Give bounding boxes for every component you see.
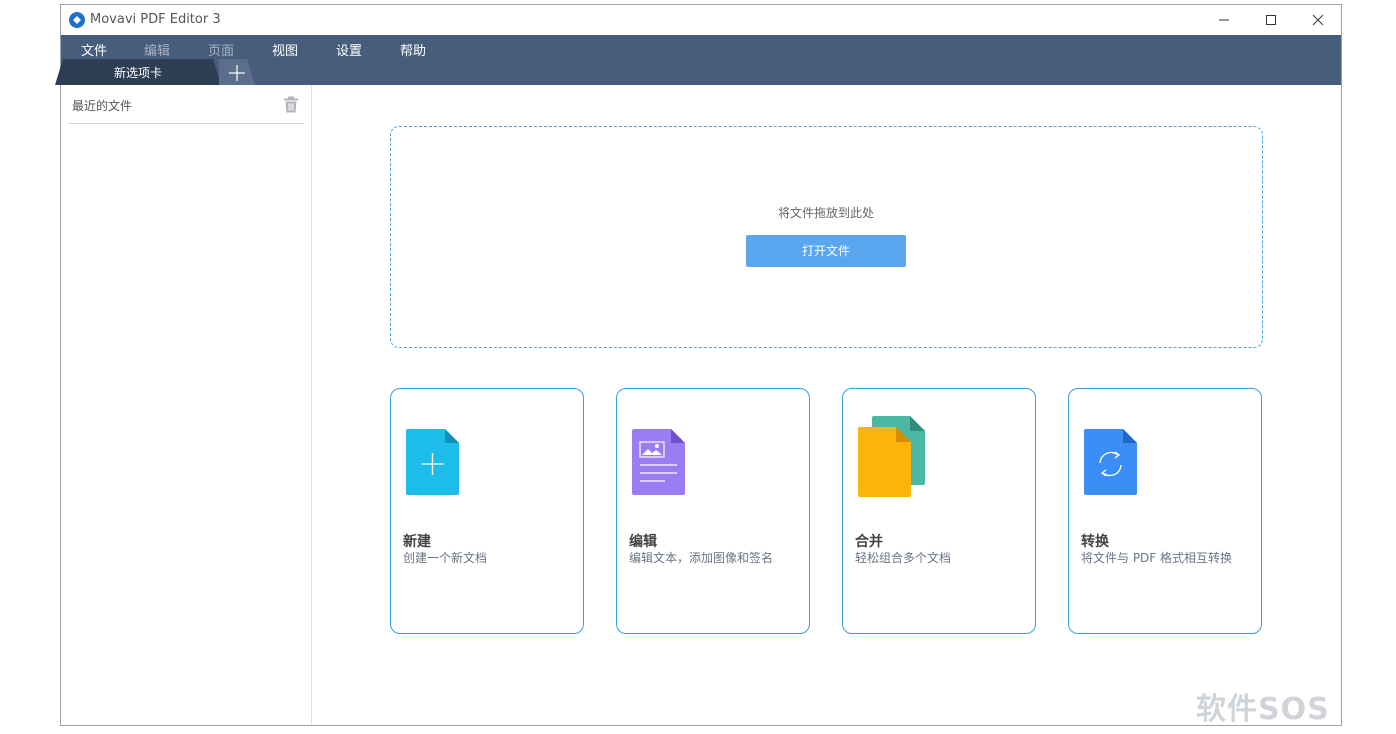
menu-view[interactable]: 视图 <box>272 40 298 59</box>
card-title: 合并 <box>855 534 883 550</box>
minimize-button[interactable] <box>1201 5 1247 35</box>
maximize-icon <box>1266 15 1276 25</box>
menu-help[interactable]: 帮助 <box>400 40 426 59</box>
close-icon <box>1312 14 1324 26</box>
convert-document-card[interactable]: 转换 将文件与 PDF 格式相互转换 <box>1068 388 1262 634</box>
card-title: 转换 <box>1081 534 1109 550</box>
movavi-logo-icon <box>69 12 85 28</box>
divider <box>68 123 304 124</box>
card-title: 新建 <box>403 534 431 550</box>
menu-file[interactable]: 文件 <box>81 40 107 59</box>
close-button[interactable] <box>1295 5 1341 35</box>
file-drop-zone[interactable]: 将文件拖放到此处 打开文件 <box>390 126 1263 348</box>
watermark-text: 软件SOS <box>1196 692 1330 727</box>
menu-settings[interactable]: 设置 <box>336 40 362 59</box>
tab-label: 新选项卡 <box>113 66 162 80</box>
minimize-icon <box>1219 19 1229 21</box>
app-window: Movavi PDF Editor 3 文件 编辑 页面 视图 设置 帮助 新选… <box>55 4 1342 726</box>
window-title: Movavi PDF Editor 3 <box>90 12 221 27</box>
edit-document-icon <box>632 429 685 495</box>
convert-document-icon <box>1084 429 1137 495</box>
title-bar: Movavi PDF Editor 3 <box>61 5 1341 35</box>
menu-page[interactable]: 页面 <box>208 40 234 59</box>
recent-files-sidebar: 最近的文件 <box>61 85 312 725</box>
new-document-icon <box>406 429 459 495</box>
card-description: 创建一个新文档 <box>403 551 488 565</box>
menu-bar: 文件 编辑 页面 视图 设置 帮助 新选项卡 <box>55 35 1341 85</box>
card-description: 轻松组合多个文档 <box>855 551 952 565</box>
plus-icon <box>229 65 245 81</box>
open-file-button[interactable]: 打开文件 <box>746 235 906 267</box>
drop-hint: 将文件拖放到此处 <box>777 206 874 220</box>
add-tab-button[interactable] <box>219 59 255 85</box>
recent-files-title: 最近的文件 <box>72 99 133 113</box>
merge-documents-icon <box>858 416 925 497</box>
card-description: 编辑文本，添加图像和签名 <box>629 551 774 565</box>
card-description: 将文件与 PDF 格式相互转换 <box>1081 551 1233 565</box>
new-document-card[interactable]: 新建 创建一个新文档 <box>390 388 584 634</box>
card-title: 编辑 <box>629 534 657 550</box>
trash-icon[interactable] <box>283 96 299 113</box>
merge-documents-card[interactable]: 合并 轻松组合多个文档 <box>842 388 1036 634</box>
tab-new[interactable]: 新选项卡 <box>55 59 221 85</box>
menu-edit[interactable]: 编辑 <box>144 40 170 59</box>
maximize-button[interactable] <box>1248 5 1294 35</box>
edit-document-card[interactable]: 编辑 编辑文本，添加图像和签名 <box>616 388 810 634</box>
